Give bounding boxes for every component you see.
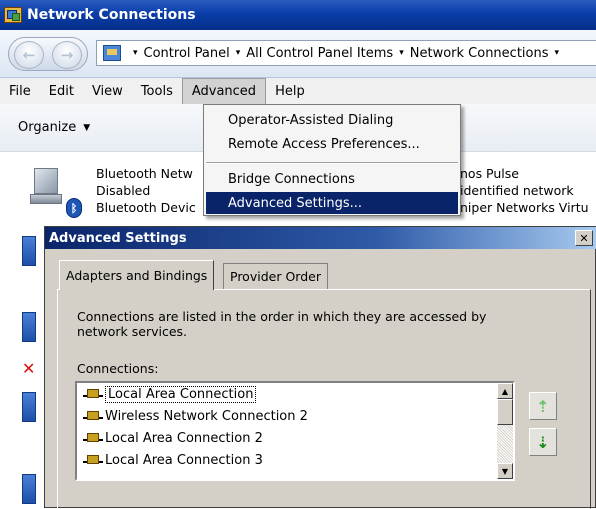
breadcrumb-all-items[interactable]: All Control Panel Items [246, 46, 393, 61]
list-item-local-area-connection-3[interactable]: Local Area Connection 3 [83, 449, 263, 471]
scroll-track[interactable] [497, 425, 513, 463]
list-item-local-area-connection-2[interactable]: Local Area Connection 2 [83, 427, 263, 449]
pulse-connection-name: nos Pulse [460, 166, 519, 181]
menu-help[interactable]: Help [266, 78, 314, 104]
green-arrow-up-icon: ⇡ [536, 396, 550, 416]
tab-provider-order[interactable]: Provider Order [223, 263, 328, 289]
breadcrumb-chevron-icon[interactable]: ▾ [133, 48, 138, 58]
arrow-down-icon: ▼ [501, 466, 509, 476]
pulse-connection-device: niper Networks Virtu [460, 200, 589, 215]
network-adapter-icon[interactable] [22, 312, 36, 342]
network-adapter-icon[interactable] [22, 474, 36, 504]
network-adapter-icon [83, 388, 103, 400]
network-connections-app-icon [4, 7, 22, 23]
control-panel-icon [103, 45, 121, 61]
forward-arrow-icon: → [60, 46, 74, 64]
dialog-title: Advanced Settings [49, 230, 187, 246]
close-button[interactable]: ✕ [575, 230, 593, 246]
back-arrow-icon: ← [22, 46, 36, 64]
breadcrumb-chevron-icon[interactable]: ▾ [555, 48, 560, 58]
breadcrumb-chevron-icon[interactable]: ▾ [236, 48, 241, 58]
breadcrumb[interactable]: ▾ Control Panel ▾ All Control Panel Item… [96, 40, 596, 66]
list-item-local-area-connection[interactable]: Local Area Connection [83, 383, 257, 405]
breadcrumb-network-connections[interactable]: Network Connections [410, 46, 549, 61]
menu-view[interactable]: View [83, 78, 132, 104]
arrow-up-icon: ▲ [501, 386, 509, 396]
advanced-menu-dropdown: Operator-Assisted Dialing Remote Access … [203, 104, 461, 216]
pulse-connection-status: identified network [460, 183, 574, 198]
menu-bar: File Edit View Tools Advanced Help [0, 78, 596, 104]
list-item-label: Local Area Connection 2 [105, 430, 263, 446]
monitor-screen [34, 168, 58, 194]
green-arrow-down-icon: ⇣ [536, 432, 550, 452]
menu-advanced[interactable]: Advanced [181, 78, 267, 104]
navigation-buttons: ← → [8, 37, 88, 71]
breadcrumb-chevron-icon[interactable]: ▾ [399, 48, 404, 58]
bluetooth-icon: ᛒ [66, 198, 82, 218]
list-item-label: Local Area Connection [105, 385, 257, 403]
network-adapter-icon [83, 410, 103, 422]
bluetooth-connection-item[interactable]: Bluetooth Netw Disabled Bluetooth Devic [96, 165, 196, 216]
network-adapter-icon [83, 454, 103, 466]
listbox-scrollbar[interactable]: ▲ ▼ [497, 383, 513, 479]
list-item-label: Local Area Connection 3 [105, 452, 263, 468]
menu-item-operator-assisted-dialing[interactable]: Operator-Assisted Dialing [206, 109, 458, 131]
menu-tools[interactable]: Tools [132, 78, 182, 104]
scroll-down-button[interactable]: ▼ [497, 463, 513, 479]
close-icon: ✕ [579, 231, 589, 245]
scroll-thumb[interactable] [497, 399, 513, 425]
back-button[interactable]: ← [14, 41, 44, 69]
network-adapter-icon[interactable] [22, 392, 36, 422]
move-up-button[interactable]: ⇡ [529, 392, 557, 420]
bluetooth-connection-name: Bluetooth Netw [96, 166, 193, 181]
dialog-titlebar[interactable]: Advanced Settings ✕ [45, 227, 596, 249]
menu-item-remote-access-preferences[interactable]: Remote Access Preferences... [206, 133, 458, 155]
forward-button[interactable]: → [52, 41, 82, 69]
menu-item-advanced-settings[interactable]: Advanced Settings... [206, 192, 458, 214]
pulse-connection-item[interactable]: nos Pulse identified network niper Netwo… [460, 165, 589, 216]
advanced-settings-dialog: Advanced Settings ✕ Adapters and Binding… [44, 226, 596, 509]
tab-adapters-and-bindings[interactable]: Adapters and Bindings [59, 260, 215, 290]
menu-separator [206, 162, 458, 164]
organize-label: Organize [18, 120, 77, 135]
chevron-down-icon: ▼ [83, 122, 91, 133]
scroll-up-button[interactable]: ▲ [497, 383, 513, 399]
connections-label: Connections: [77, 361, 159, 376]
menu-item-bridge-connections[interactable]: Bridge Connections [206, 168, 458, 190]
network-adapter-icon[interactable] [22, 236, 36, 266]
move-down-button[interactable]: ⇣ [529, 428, 557, 456]
window-titlebar[interactable]: Network Connections [0, 0, 596, 30]
menu-edit[interactable]: Edit [40, 78, 83, 104]
bluetooth-connection-status: Disabled [96, 183, 151, 198]
organize-button[interactable]: Organize ▼ [18, 120, 90, 135]
connections-listbox[interactable]: Local Area Connection Wireless Network C… [75, 381, 515, 481]
network-adapter-icon [83, 432, 103, 444]
connections-description: Connections are listed in the order in w… [77, 309, 487, 339]
window-title: Network Connections [27, 7, 196, 23]
list-item-label: Wireless Network Connection 2 [105, 408, 308, 424]
monitor-base [30, 194, 62, 204]
breadcrumb-control-panel[interactable]: Control Panel [144, 46, 230, 61]
list-item-wireless-network-connection-2[interactable]: Wireless Network Connection 2 [83, 405, 308, 427]
bluetooth-connection-device: Bluetooth Devic [96, 200, 196, 215]
disconnected-x-icon: ✕ [22, 359, 36, 378]
menu-file[interactable]: File [0, 78, 40, 104]
bluetooth-adapter-icon[interactable] [30, 168, 64, 208]
address-bar: ← → ▾ Control Panel ▾ All Control Panel … [0, 30, 596, 78]
